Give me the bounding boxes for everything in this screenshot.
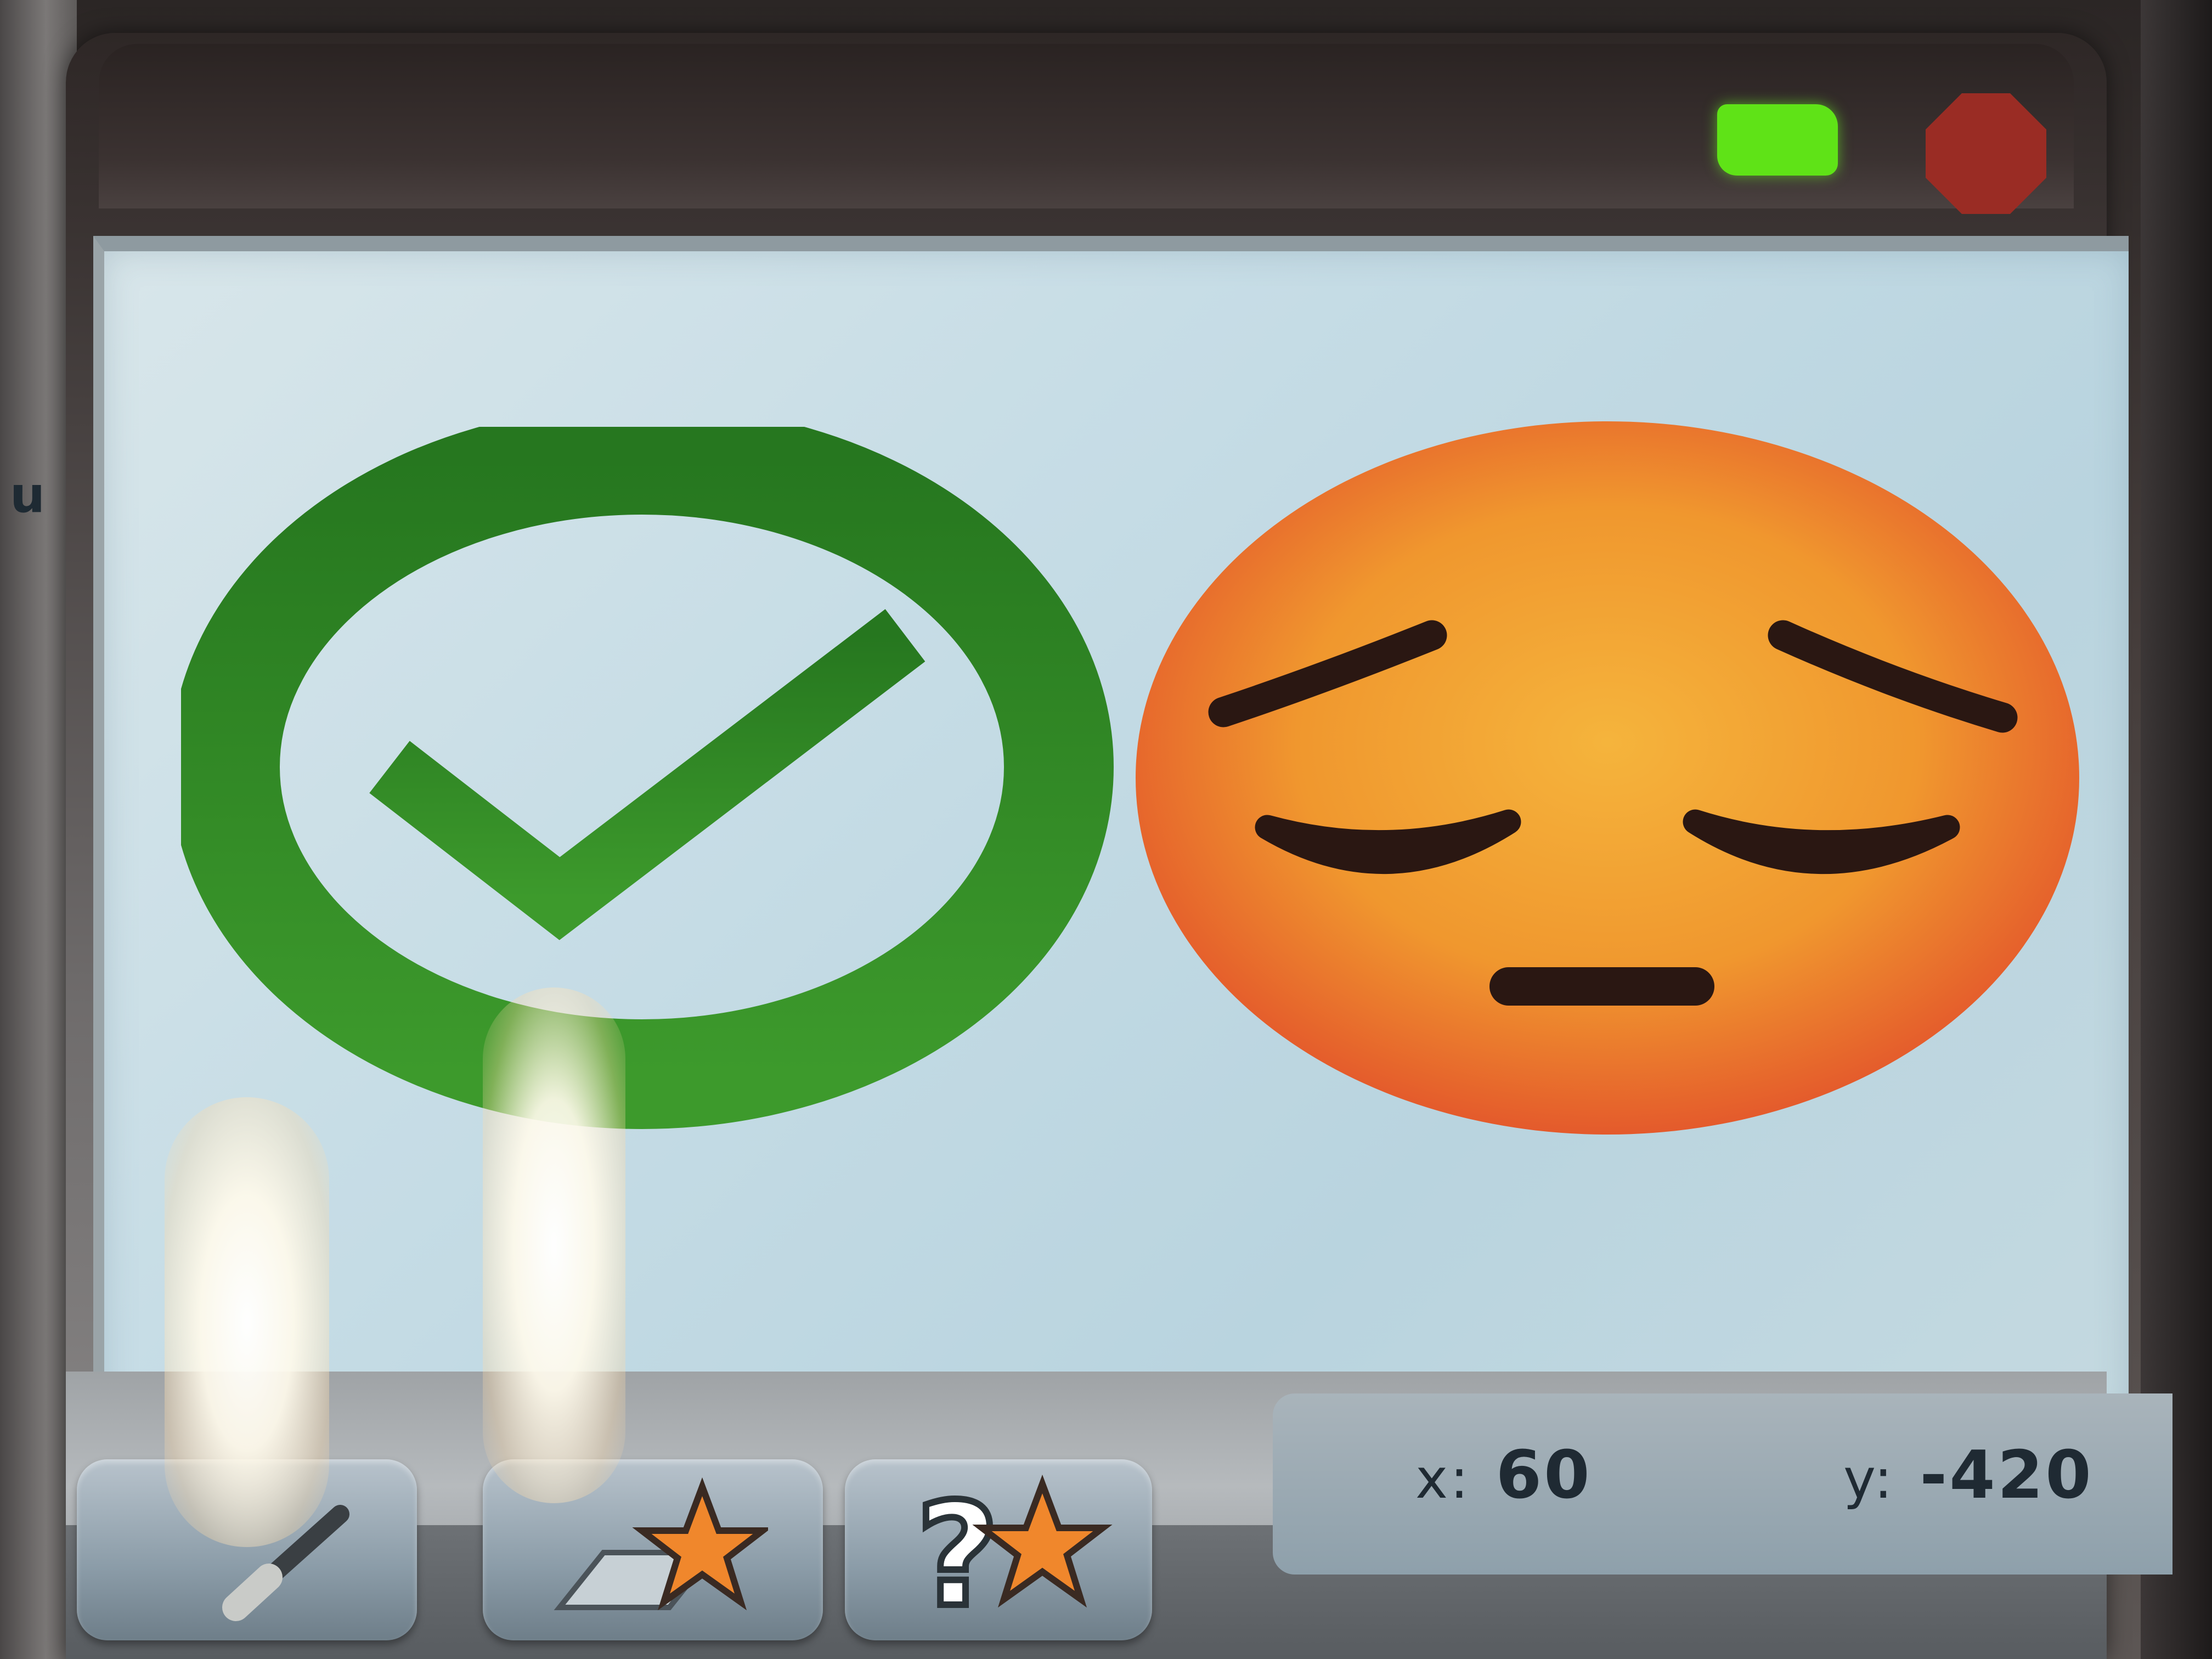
stop-sign-icon[interactable] bbox=[1926, 93, 2046, 214]
x-label: x: bbox=[1415, 1447, 1471, 1511]
svg-text:?: ? bbox=[916, 1473, 999, 1632]
stage-header bbox=[99, 44, 2074, 214]
left-panel-fragment-text: u bbox=[10, 466, 46, 524]
paintbrush-icon bbox=[222, 1505, 349, 1621]
photo-of-screen: u x: 60 y: -420 ? bbox=[0, 0, 2212, 1659]
checkmark-icon bbox=[369, 609, 926, 940]
x-coordinate: x: 60 bbox=[1415, 1437, 1592, 1514]
stage-window: x: 60 y: -420 ? bbox=[66, 33, 2172, 1659]
checkmark-circle-sprite[interactable] bbox=[181, 427, 1125, 1140]
paint-new-sprite-button[interactable] bbox=[77, 1459, 417, 1640]
sad-face-sprite[interactable] bbox=[1125, 405, 2090, 1151]
coordinates-readout: x: 60 y: -420 bbox=[1273, 1393, 2172, 1575]
green-flag-icon[interactable] bbox=[1717, 104, 1838, 176]
choose-new-sprite-button[interactable] bbox=[483, 1459, 823, 1640]
random-sprite-question-star-icon: ? bbox=[913, 1470, 1113, 1632]
choose-sprite-star-icon bbox=[554, 1477, 768, 1611]
left-panel-edge: u bbox=[0, 0, 77, 1659]
y-coordinate: y: -420 bbox=[1843, 1437, 2094, 1514]
stage-canvas[interactable] bbox=[93, 236, 2129, 1420]
y-label: y: bbox=[1843, 1447, 1895, 1511]
checkmark-ring bbox=[181, 427, 1114, 1129]
x-value: 60 bbox=[1496, 1437, 1592, 1514]
random-sprite-button[interactable]: ? bbox=[845, 1459, 1152, 1640]
y-value: -420 bbox=[1920, 1437, 2094, 1514]
face-circle bbox=[1136, 421, 2079, 1135]
